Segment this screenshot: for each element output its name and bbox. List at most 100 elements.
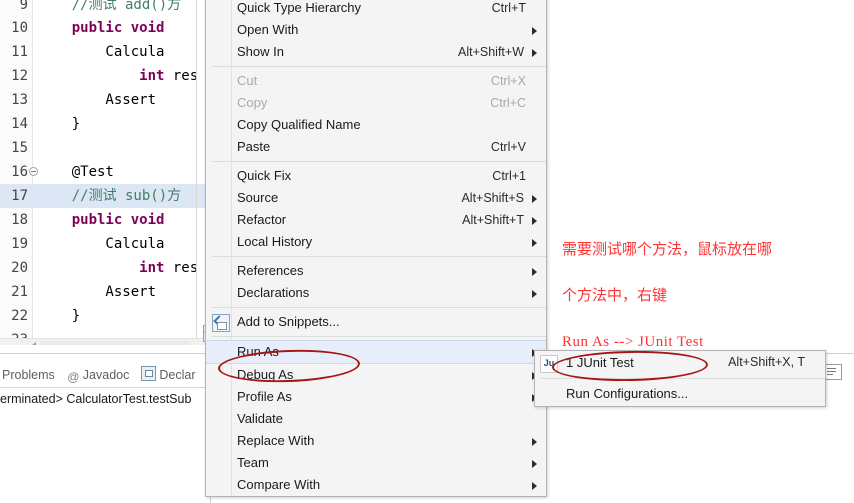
panel-tab-declar[interactable]: Declar [139,364,197,386]
annotation-text: 需要测试哪个方法，鼠标放在哪 个方法中，右键 Run As --> JUnit … [562,216,850,377]
code-line[interactable]: 21 Assert [0,280,210,304]
menu-item-label: Replace With [237,433,315,448]
menu-item-label: Profile As [237,389,292,404]
scrollbar-thumb[interactable] [40,341,190,345]
annotation-line-3: Run As --> JUnit Test [562,334,704,350]
line-number: 10 [11,20,28,36]
menu-item-shortcut: Alt+Shift+T [462,213,524,227]
menu-item-label: Open With [237,22,299,37]
submenu-arrow-icon [532,195,537,203]
code-line[interactable]: 9 //测试 add()方 [0,0,210,16]
line-number: 13 [11,92,28,108]
code-line-text: int res [139,68,199,84]
submenu-arrow-icon [532,482,537,490]
panel-tab-label: Problems [2,368,55,382]
menu-item-label: Quick Type Hierarchy [237,0,362,15]
menu-item-label: Source [237,190,279,205]
menu-separator [212,336,546,337]
menu-item-label: Refactor [237,212,287,227]
menu-item-source[interactable]: Source Alt+Shift+S [206,187,546,209]
submenu-separator [541,378,825,379]
menu-item-quick-type-hierarchy[interactable]: Quick Type Hierarchy Ctrl+T [206,0,546,19]
code-line[interactable]: 19 Calcula [0,232,210,256]
menu-item-local-history[interactable]: Local History [206,231,546,253]
code-line[interactable]: 22 } [0,304,210,328]
menu-item-shortcut: Ctrl+C [490,96,526,110]
menu-item-paste[interactable]: Paste Ctrl+V [206,136,546,158]
bottom-panel-tabstrip[interactable]: Problems @ Javadoc Declar [0,364,205,386]
menu-item-label: Team [237,455,269,470]
line-number: 20 [11,260,28,276]
fold-collapse-icon[interactable] [29,167,38,176]
menu-item-refactor[interactable]: Refactor Alt+Shift+T [206,209,546,231]
menu-item-shortcut: Ctrl+X [490,74,526,88]
menu-item-profile-as[interactable]: Profile As [206,386,546,408]
menu-item-label: Debug As [237,367,294,382]
code-line[interactable]: 10 public void [0,16,210,40]
menu-item-label: Paste [237,139,271,154]
code-line[interactable]: 20 int res [0,256,210,280]
line-number: 19 [11,236,28,252]
code-line[interactable]: 16 @Test [0,160,210,184]
submenu-arrow-icon [532,290,537,298]
editor-horizontal-scrollbar[interactable] [0,338,210,345]
code-line-text: Assert [38,284,157,300]
menu-item-label: Cut [237,73,258,88]
menu-item-declarations[interactable]: Declarations [206,282,546,304]
code-line[interactable]: 11 Calcula [0,40,210,64]
menu-item-cut: Cut Ctrl+X [206,70,546,92]
menu-item-quick-fix[interactable]: Quick Fix Ctrl+1 [206,165,546,187]
menu-item-label: Compare With [237,477,321,492]
code-line-text: //测试 sub()方 [38,188,182,204]
menu-item-shortcut: Ctrl+T [491,1,526,15]
menu-item-label: Show In [237,44,284,59]
menu-separator [212,161,546,162]
code-editor[interactable]: 9 //测试 add()方 10 public void 11 Calcula 12 … [0,0,210,345]
code-line[interactable]: 13 Assert [0,88,210,112]
console-terminated-line: erminated> CalculatorTest.testSub [0,392,192,406]
code-line[interactable]: 12 int res [0,64,210,88]
code-line-text: } [38,308,81,324]
declaration-icon [141,366,157,381]
menu-item-label: References [237,263,304,278]
code-line-text: public void [71,20,165,36]
junit-icon: Ju [540,355,558,373]
code-line-text: Assert [38,92,157,108]
at-icon: @ [67,370,80,384]
menu-item-references[interactable]: References [206,260,546,282]
submenu-item-run-configurations[interactable]: Run Configurations... [535,382,825,406]
code-line[interactable]: 14 } [0,112,210,136]
scroll-left-arrow-icon[interactable] [31,342,36,345]
menu-item-run-as[interactable]: Run As [206,340,546,364]
menu-item-add-to-snippets[interactable]: Add to Snippets... [206,311,546,333]
panel-tab-label: Javadoc [82,368,130,382]
editor-code-rows[interactable]: 9 //测试 add()方 10 public void 11 Calcula 12 … [0,0,210,345]
line-number: 14 [11,116,28,132]
code-line-text: @Test [38,164,114,180]
menu-item-shortcut: Alt+Shift+W [458,45,524,59]
submenu-arrow-icon [532,27,537,35]
code-line[interactable]: 17 //测试 sub()方 [0,184,210,208]
line-number: 17 [11,188,28,204]
menu-item-copy: Copy Ctrl+C [206,92,546,114]
code-line[interactable]: 18 public void [0,208,210,232]
menu-item-label: Run As [237,344,279,359]
menu-item-copy-qualified-name[interactable]: Copy Qualified Name [206,114,546,136]
menu-item-validate[interactable]: Validate [206,408,546,430]
menu-item-team[interactable]: Team [206,452,546,474]
panel-tab-label: Declar [159,368,196,382]
line-number: 21 [11,284,28,300]
menu-item-show-in[interactable]: Show In Alt+Shift+W [206,41,546,63]
menu-item-debug-as[interactable]: Debug As [206,364,546,386]
menu-item-open-with[interactable]: Open With [206,19,546,41]
tabstrip-underline [0,387,210,388]
code-line-text: Calcula [38,236,165,252]
menu-item-label: Add to Snippets... [237,314,340,329]
panel-tab-javadoc[interactable]: @ Javadoc [65,364,132,386]
menu-item-compare-with[interactable]: Compare With [206,474,546,496]
editor-context-menu[interactable]: Quick Type Hierarchy Ctrl+T Open With Show … [205,0,547,497]
line-number: 16 [11,164,28,180]
menu-item-replace-with[interactable]: Replace With [206,430,546,452]
code-line[interactable]: 15 [0,136,210,160]
panel-tab-problems[interactable]: Problems [0,364,57,386]
